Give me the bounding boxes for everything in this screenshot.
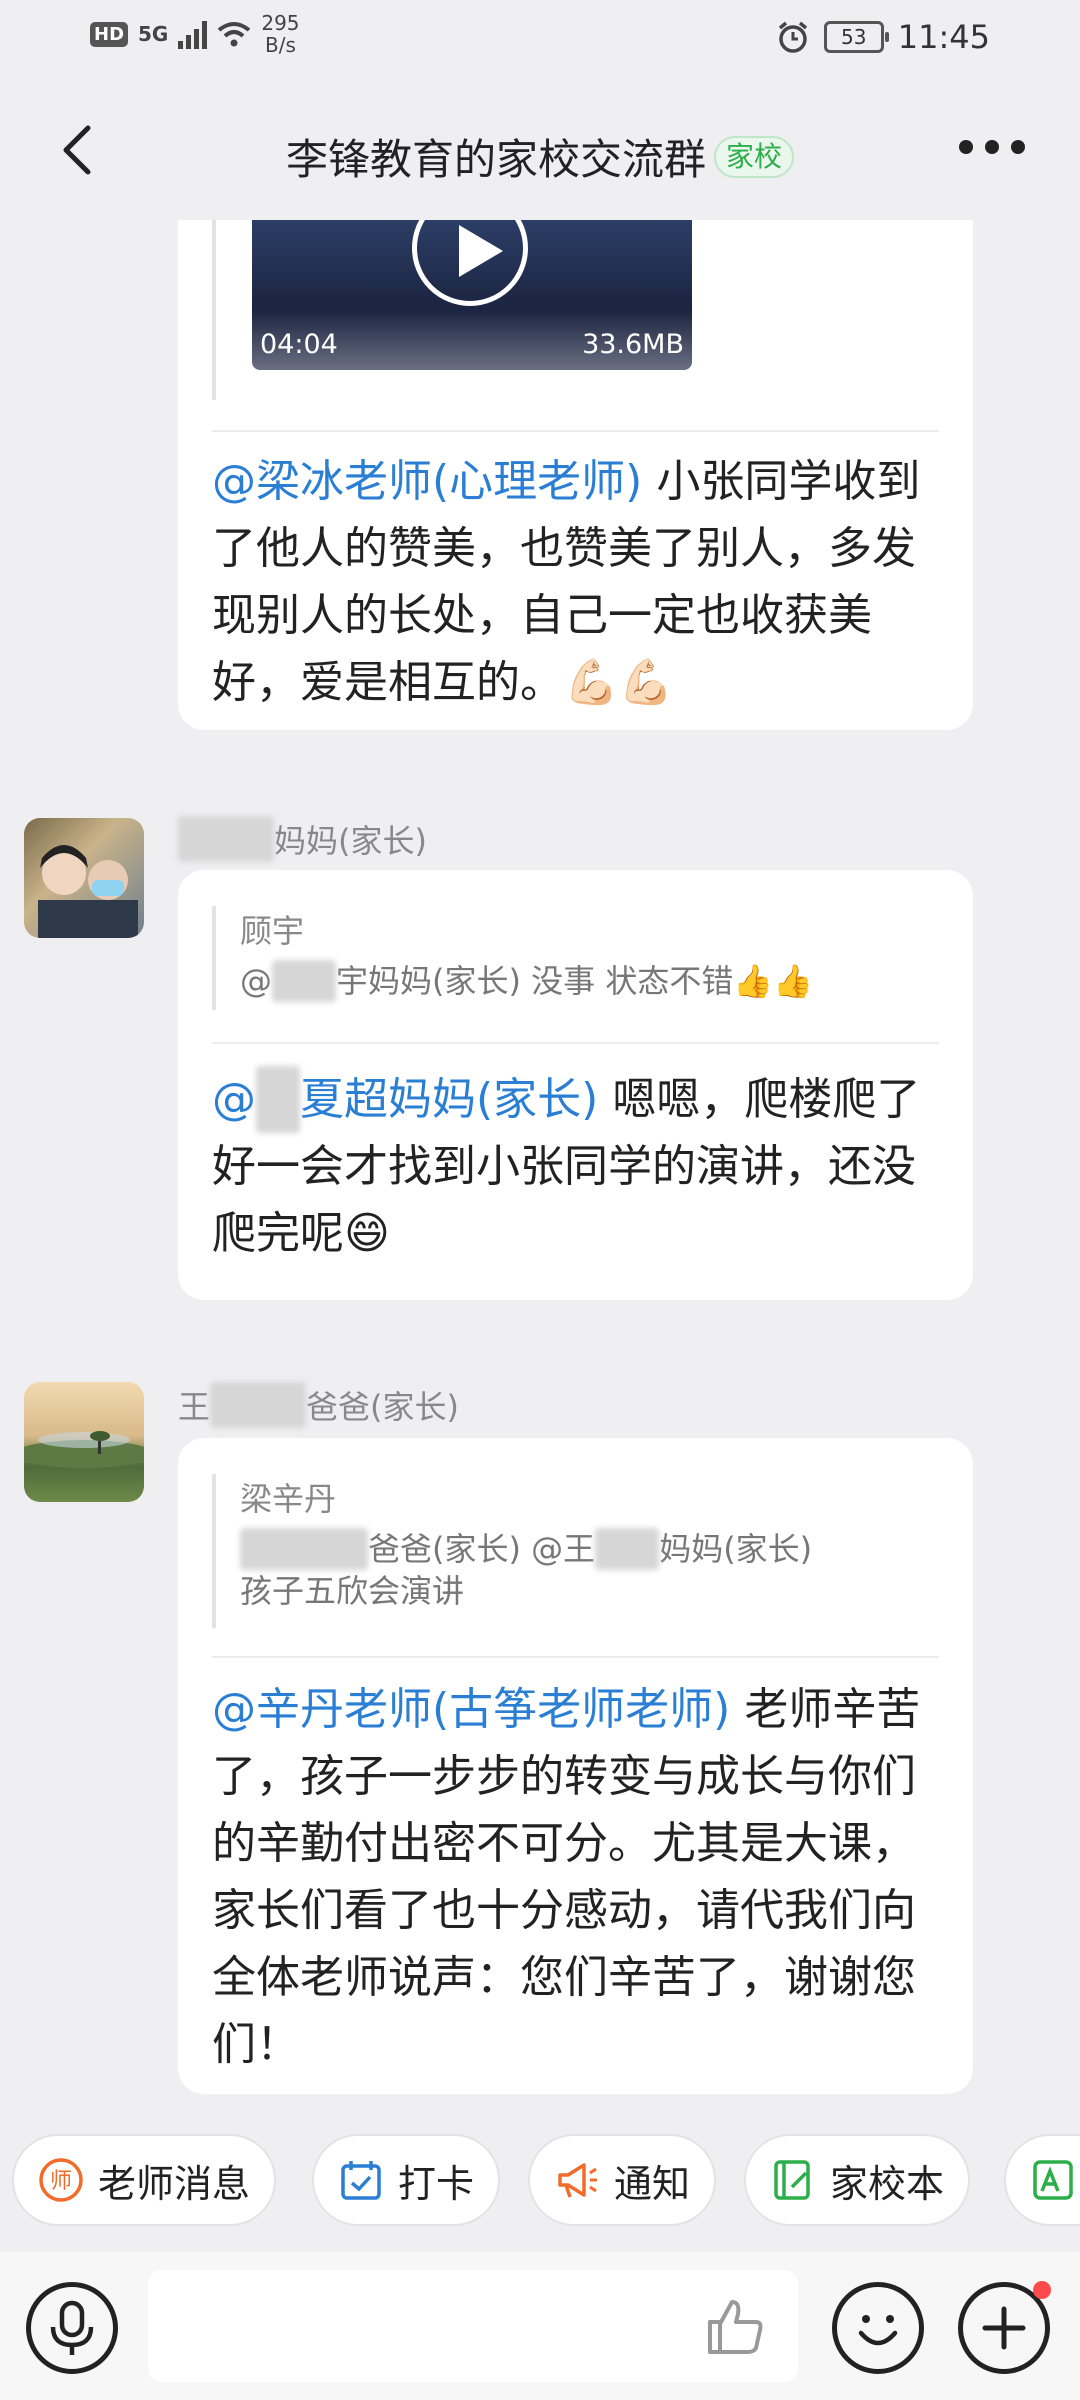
sender-name: 李夏超妈妈(家长): [178, 816, 427, 862]
hd-indicator: HD: [90, 21, 129, 47]
quoted-text: @李夏宇妈妈(家长) 没事 状态不错👍👍: [240, 960, 814, 1002]
quoted-sender: 顾宇: [240, 912, 305, 950]
network-type: 5G: [138, 22, 169, 46]
input-bar: [0, 2252, 1080, 2400]
mention-link[interactable]: @辛丹老师(古筝老师老师): [212, 1684, 730, 1735]
quick-action-bar: 师 老师消息 打卡 通知 家校本: [0, 2124, 1080, 2236]
flexed-biceps-emoji: 💪🏻💪🏻: [564, 657, 674, 708]
svg-text:师: 师: [50, 2169, 72, 2194]
message-input[interactable]: [148, 2270, 798, 2382]
message-bubble[interactable]: 梁辛丹 @王小明爸爸(家长) @王小明妈妈(家长) 孩子五欣会演讲 @辛丹老师(…: [178, 1438, 973, 2094]
battery-icon: 53: [823, 21, 889, 53]
avatar-photo: [24, 1431, 144, 1468]
grinning-emoji: 😄: [344, 1208, 390, 1259]
page-title: 李锋教育的家校交流群: [285, 135, 706, 184]
group-type-tag: 家校: [714, 135, 795, 178]
quoted-sender: 梁辛丹: [240, 1480, 337, 1518]
status-bar: HD 5G 295 B/s 53 11:45: [0, 0, 1080, 80]
mention-link[interactable]: @梁冰老师(心理老师): [212, 456, 642, 507]
video-duration: 04:04: [260, 329, 338, 360]
chat-list[interactable]: 04:04 33.6MB @梁冰老师(心理老师) 小张同学收到了他人的赞美，也赞…: [0, 220, 1080, 2120]
clock: 11:45: [897, 18, 990, 56]
notebook-icon: [774, 2160, 810, 2200]
voice-icon[interactable]: [26, 2282, 118, 2374]
chip-more-partial[interactable]: [1004, 2134, 1080, 2226]
signal-icon: [178, 19, 208, 49]
message-bubble[interactable]: 顾宇 @李夏宇妈妈(家长) 没事 状态不错👍👍 @李夏超妈妈(家长) 嗯嗯，爬楼…: [178, 870, 973, 1300]
quoted-message[interactable]: 顾宇 @李夏宇妈妈(家长) 没事 状态不错👍👍: [212, 906, 939, 1010]
emoji-icon[interactable]: [832, 2282, 924, 2374]
divider: [212, 1042, 939, 1044]
quoted-text: @王小明爸爸(家长) @王小明妈妈(家长) 孩子五欣会演讲: [240, 1528, 813, 1610]
checkin-calendar-icon: [341, 2161, 381, 2200]
alarm-icon: [778, 21, 807, 53]
avatar[interactable]: [24, 1382, 144, 1502]
megaphone-icon: [558, 2163, 597, 2198]
video-size: 33.6MB: [582, 329, 684, 360]
message-text: @梁冰老师(心理老师) 小张同学收到了他人的赞美，也赞美了别人，多发现别人的长处…: [212, 448, 939, 716]
teacher-icon: 师: [39, 2158, 83, 2202]
add-icon[interactable]: [958, 2281, 1051, 2374]
message-text: @李夏超妈妈(家长) 嗯嗯，爬楼爬了好一会才找到小张同学的演讲，还没爬完呢😄: [212, 1066, 939, 1267]
chip-checkin[interactable]: 打卡: [312, 2134, 501, 2226]
divider: [212, 430, 939, 432]
sender-name: 王王小明爸爸(家长): [178, 1382, 459, 1428]
title-bar: 李锋教育的家校交流群 家校: [0, 80, 1080, 220]
play-icon[interactable]: [412, 220, 528, 306]
more-dots-icon[interactable]: [959, 140, 1025, 154]
quoted-video: 04:04 33.6MB: [212, 220, 939, 400]
network-speed: 295 B/s: [261, 11, 300, 57]
ai-text-icon: [1033, 2160, 1073, 2200]
message-bubble[interactable]: 04:04 33.6MB @梁冰老师(心理老师) 小张同学收到了他人的赞美，也赞…: [178, 220, 973, 730]
divider: [212, 1656, 939, 1658]
chip-teacher-messages[interactable]: 师 老师消息: [12, 2134, 277, 2226]
notification-dot: [1033, 2281, 1051, 2299]
mention-link[interactable]: @李夏超妈妈(家长): [212, 1066, 598, 1133]
thumbs-up-icon[interactable]: [702, 2294, 768, 2360]
wifi-icon: [218, 22, 251, 47]
quoted-message[interactable]: 梁辛丹 @王小明爸爸(家长) @王小明妈妈(家长) 孩子五欣会演讲: [212, 1474, 939, 1628]
avatar[interactable]: [24, 818, 144, 938]
avatar-photo: [38, 845, 138, 938]
chip-notice[interactable]: 通知: [528, 2134, 717, 2226]
video-thumbnail[interactable]: 04:04 33.6MB: [252, 220, 692, 370]
message-text: @辛丹老师(古筝老师老师) 老师辛苦了，孩子一步步的转变与成长与你们的辛勤付出密…: [212, 1684, 921, 2070]
chip-home-school-book[interactable]: 家校本: [744, 2134, 971, 2226]
